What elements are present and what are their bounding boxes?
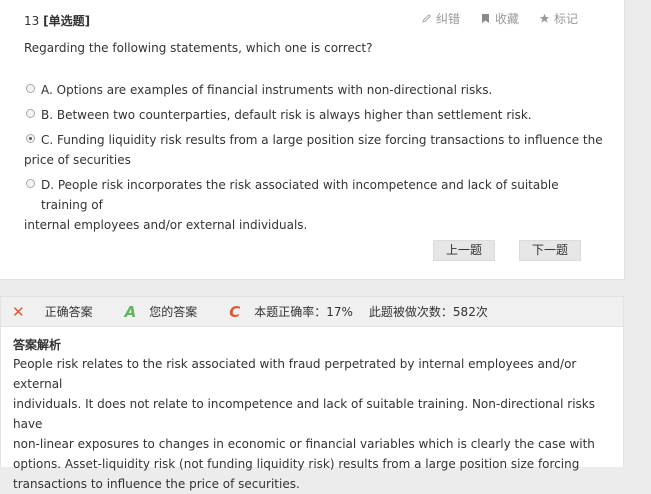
mark-label: 标记	[553, 12, 578, 26]
bookmark-icon	[481, 14, 489, 23]
option-b-text: B. Between two counterparties, default r…	[41, 108, 532, 122]
answer-options: A. Options are examples of financial ins…	[24, 80, 604, 240]
favorite-button[interactable]: 收藏	[480, 10, 519, 27]
option-a[interactable]: A. Options are examples of financial ins…	[24, 80, 604, 100]
option-c-radio[interactable]	[26, 134, 35, 143]
option-c-text-line1: C. Funding liquidity risk results from a…	[41, 133, 603, 147]
report-error-button[interactable]: 纠错	[421, 10, 460, 27]
accuracy-rate: 本题正确率：17%	[254, 305, 353, 319]
explanation-text: People risk relates to the risk associat…	[13, 354, 613, 494]
explanation-title: 答案解析	[13, 338, 62, 352]
your-answer-value: C	[229, 302, 241, 321]
question-stem: Regarding the following statements, whic…	[24, 41, 373, 55]
option-d-text-line1: D. People risk incorporates the risk ass…	[41, 178, 559, 212]
option-d-text-line2: internal employees and/or external indiv…	[24, 218, 308, 232]
question-navigation: 上一题 下一题	[433, 240, 581, 261]
option-a-radio[interactable]	[26, 84, 35, 93]
explanation-line: People risk relates to the risk associat…	[13, 357, 577, 391]
prev-question-button[interactable]: 上一题	[433, 240, 495, 261]
correct-answer-value: A	[124, 302, 137, 321]
attempt-count: 此题被做次数：582次	[368, 305, 488, 319]
option-b[interactable]: B. Between two counterparties, default r…	[24, 105, 604, 125]
star-icon	[539, 13, 550, 23]
question-tools: 纠错 收藏 标记	[421, 10, 578, 27]
option-c[interactable]: C. Funding liquidity risk results from a…	[24, 130, 604, 170]
option-d[interactable]: D. People risk incorporates the risk ass…	[24, 175, 604, 235]
question-header: 13 [单选题]	[24, 12, 90, 29]
explanation-line: options. Asset-liquidity risk (not fundi…	[13, 457, 580, 471]
pencil-icon	[422, 14, 431, 23]
explanation-line: transactions to influence the price of s…	[13, 477, 300, 491]
question-card: 13 [单选题] 纠错 收藏 标记 Regarding the followin…	[0, 0, 625, 280]
your-answer-label: 您的答案	[149, 305, 198, 319]
report-error-label: 纠错	[435, 12, 460, 26]
next-question-button[interactable]: 下一题	[519, 240, 581, 261]
favorite-label: 收藏	[494, 12, 519, 26]
question-type: [单选题]	[43, 14, 91, 28]
option-a-text: A. Options are examples of financial ins…	[41, 83, 493, 97]
explanation-panel: 答案解析 People risk relates to the risk ass…	[0, 327, 624, 491]
option-d-radio[interactable]	[26, 179, 35, 188]
option-b-radio[interactable]	[26, 109, 35, 118]
explanation-line: individuals. It does not relate to incom…	[13, 397, 596, 431]
correct-answer-label: 正确答案	[44, 305, 93, 319]
wrong-answer-icon: ✕	[12, 302, 25, 321]
explanation-line: non-linear exposures to changes in econo…	[13, 437, 595, 451]
question-number: 13	[24, 14, 40, 28]
answer-summary-bar: ✕ 正确答案 A 您的答案 C 本题正确率：17% 此题被做次数：582次	[0, 296, 624, 327]
option-c-text-line2: price of securities	[24, 153, 131, 167]
mark-button[interactable]: 标记	[539, 10, 578, 27]
